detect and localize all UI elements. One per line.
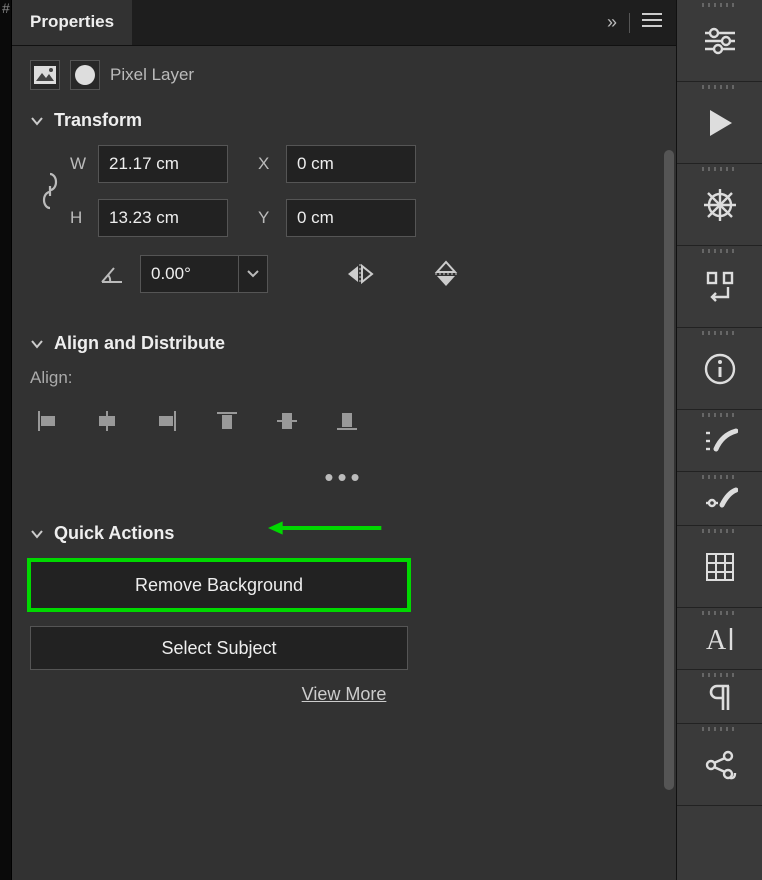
right-toolbar: A	[676, 0, 762, 880]
align-label: Align:	[30, 368, 658, 388]
align-vcenter-icon[interactable]	[274, 408, 300, 434]
tool-character-icon[interactable]: A	[677, 608, 762, 670]
height-input[interactable]	[98, 199, 228, 237]
link-wh-icon[interactable]	[30, 170, 70, 212]
tab-controls: »	[603, 0, 676, 45]
layer-mask-icon	[70, 60, 100, 90]
tool-brush-settings-icon[interactable]	[677, 472, 762, 526]
w-label: W	[70, 154, 98, 174]
align-title: Align and Distribute	[54, 333, 225, 354]
y-input[interactable]	[286, 199, 416, 237]
layer-type-row: Pixel Layer	[30, 60, 658, 90]
tool-adjustments-icon[interactable]	[677, 0, 762, 82]
collapse-panel-icon[interactable]: »	[603, 8, 621, 37]
align-top-icon[interactable]	[214, 408, 240, 434]
tool-wheel-icon[interactable]	[677, 164, 762, 246]
rotate-row	[98, 255, 658, 293]
y-label: Y	[258, 208, 286, 228]
quick-actions-title: Quick Actions	[54, 523, 174, 544]
tool-paragraph-icon[interactable]	[677, 670, 762, 724]
align-header[interactable]: Align and Distribute	[30, 333, 658, 354]
chevron-down-icon	[30, 336, 44, 352]
properties-panel: Properties » Pixel Layer Transform	[12, 0, 676, 880]
pixel-layer-icon	[30, 60, 60, 90]
align-icons	[34, 408, 658, 434]
panel-tab-bar: Properties »	[12, 0, 676, 46]
rotation-input[interactable]	[140, 255, 238, 293]
transform-title: Transform	[54, 110, 142, 131]
panel-menu-icon[interactable]	[638, 8, 666, 37]
tool-swap-panels-icon[interactable]	[677, 246, 762, 328]
align-left-icon[interactable]	[34, 408, 60, 434]
h-label: H	[70, 208, 98, 228]
chevron-down-icon	[30, 526, 44, 542]
remove-background-button[interactable]: Remove Background	[27, 558, 411, 612]
scrollbar[interactable]	[664, 150, 674, 810]
view-more-link[interactable]: View More	[30, 684, 658, 705]
svg-text:A: A	[706, 625, 727, 654]
layer-type-label: Pixel Layer	[110, 65, 194, 85]
width-input[interactable]	[98, 145, 228, 183]
align-hcenter-icon[interactable]	[94, 408, 120, 434]
flip-vertical-icon[interactable]	[432, 260, 460, 288]
rotation-dropdown[interactable]	[238, 255, 268, 293]
panel-body: Pixel Layer Transform W X H Y	[12, 46, 676, 880]
more-options-icon[interactable]: •••	[30, 462, 658, 493]
tool-info-icon[interactable]	[677, 328, 762, 410]
annotation-arrow	[238, 520, 418, 536]
tool-brush-list-icon[interactable]	[677, 410, 762, 472]
hash-mark: #	[0, 0, 11, 16]
x-input[interactable]	[286, 145, 416, 183]
chevron-down-icon	[30, 113, 44, 129]
quick-actions-header[interactable]: Quick Actions	[30, 523, 658, 544]
align-right-icon[interactable]	[154, 408, 180, 434]
edge-sliver: #	[0, 0, 12, 880]
divider	[629, 13, 630, 33]
x-label: X	[258, 154, 286, 174]
tool-grid-icon[interactable]	[677, 526, 762, 608]
transform-header[interactable]: Transform	[30, 110, 658, 131]
transform-grid: W X H Y	[30, 145, 658, 237]
flip-horizontal-icon[interactable]	[346, 262, 374, 286]
tool-share-icon[interactable]	[677, 724, 762, 806]
tool-play-icon[interactable]	[677, 82, 762, 164]
align-bottom-icon[interactable]	[334, 408, 360, 434]
select-subject-button[interactable]: Select Subject	[30, 626, 408, 670]
angle-icon	[98, 264, 126, 284]
tab-properties[interactable]: Properties	[12, 0, 132, 45]
